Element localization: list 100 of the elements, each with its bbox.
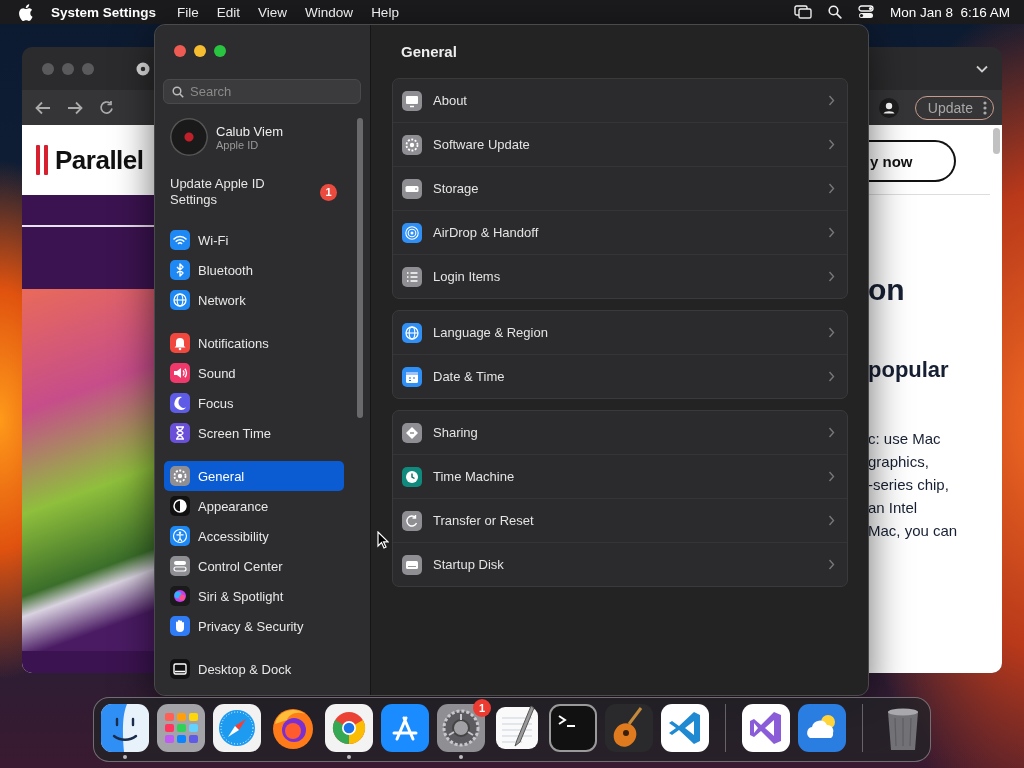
terminal-icon[interactable] [549, 704, 597, 752]
sidebar-item[interactable]: Accessibility [164, 521, 344, 551]
sidebar-item[interactable]: Focus [164, 388, 344, 418]
settings-row[interactable]: Language & Region [393, 311, 847, 354]
sidebar-item[interactable]: Notifications [164, 328, 344, 358]
menu-item[interactable]: Edit [207, 4, 250, 20]
apple-logo-icon [18, 3, 33, 21]
logo-text: Parallel [55, 144, 144, 176]
notification-badge: 1 [320, 183, 337, 201]
notification-badge: 1 [473, 699, 491, 717]
subheading: popular [868, 357, 949, 383]
circle-logo-icon[interactable] [325, 704, 373, 752]
chevron-right-icon [828, 427, 835, 438]
settings-row[interactable]: Sharing [393, 411, 847, 454]
chevron-down-icon[interactable] [976, 64, 988, 73]
gear-icon [170, 466, 190, 486]
settings-row[interactable]: Login Items [393, 254, 847, 298]
forward-arrow-icon[interactable] [67, 100, 83, 115]
more-options-icon [983, 100, 987, 115]
orb-icon [170, 586, 190, 606]
person-icon [170, 526, 190, 546]
sidebar-item[interactable]: Sound [164, 358, 344, 388]
search-icon [172, 85, 184, 98]
cursor-icon [377, 531, 389, 549]
chevron-right-icon [828, 271, 835, 282]
settings-row[interactable]: Storage [393, 166, 847, 210]
speaker-icon [170, 363, 190, 383]
gear-icon[interactable] [437, 704, 485, 752]
monitor-icon [402, 90, 422, 111]
sidebar-item[interactable]: Screen Time [164, 418, 344, 448]
compass-icon[interactable] [213, 704, 261, 752]
search-icon[interactable] [827, 5, 842, 19]
cloud-icon[interactable] [798, 704, 846, 752]
sidebar-item[interactable]: Appearance [164, 491, 344, 521]
clock-icon [402, 466, 422, 487]
chevron-right-icon [828, 183, 835, 194]
app-menu[interactable]: System Settings [33, 4, 169, 20]
sidebar-item[interactable]: Desktop & Dock [164, 654, 344, 684]
chevron-right-icon [828, 471, 835, 482]
back-arrow-icon[interactable] [35, 100, 51, 115]
chevron-right-icon [828, 139, 835, 150]
toggles-icon [170, 556, 190, 576]
avatar [170, 118, 208, 156]
dock-icon [170, 659, 190, 679]
chevron-right-icon [828, 227, 835, 238]
bluetooth-icon [170, 260, 190, 280]
sidebar-item[interactable]: Bluetooth [164, 255, 344, 285]
menu-item[interactable]: File [168, 4, 208, 20]
profile-icon[interactable] [878, 97, 899, 118]
gear-icon [402, 134, 422, 155]
search-input[interactable]: Search [190, 84, 340, 99]
settings-row[interactable]: Transfer or Reset [393, 498, 847, 542]
guitar-icon[interactable] [605, 704, 653, 752]
logo-bars-icon [36, 145, 50, 175]
chevron-right-icon [828, 327, 835, 338]
code-editor-icon[interactable] [661, 704, 709, 752]
menu-item[interactable]: Help [362, 4, 408, 20]
globe-icon [402, 322, 422, 343]
hand-icon [170, 616, 190, 636]
calendar-icon [402, 366, 422, 387]
hourglass-icon [170, 423, 190, 443]
app-grid-icon[interactable] [157, 704, 205, 752]
settings-row[interactable]: Time Machine [393, 454, 847, 498]
circle-logo-icon[interactable] [136, 61, 150, 76]
sidebar-item[interactable]: General [164, 461, 344, 491]
screen-mirroring-icon[interactable] [793, 5, 812, 19]
sidebar-item[interactable]: Network [164, 285, 344, 315]
settings-row[interactable]: Software Update [393, 122, 847, 166]
menu-item[interactable]: View [249, 4, 297, 20]
account-subtitle: Apple ID [216, 138, 260, 151]
search-field[interactable]: Search [163, 79, 361, 104]
control-center-icon[interactable] [857, 5, 874, 19]
settings-row[interactable]: Startup Disk [393, 542, 847, 586]
scrollbar-thumb[interactable] [992, 128, 1000, 154]
reload-icon[interactable] [99, 100, 114, 115]
settings-row[interactable]: AirDrop & Handoff [393, 210, 847, 254]
sidebar-item[interactable]: Control Center [164, 551, 344, 581]
clock-text[interactable]: Mon Jan 8 6:16 AM [889, 4, 1010, 20]
chevron-right-icon [828, 515, 835, 526]
window-control[interactable] [214, 45, 226, 57]
window-control[interactable] [194, 45, 206, 57]
sidebar-item[interactable]: Siri & Spotlight [164, 581, 344, 611]
wifi-icon [170, 230, 190, 250]
scrollbar-thumb[interactable] [357, 118, 363, 418]
sidebar-item[interactable]: Privacy & Security [164, 611, 344, 641]
settings-row[interactable]: About [393, 79, 847, 122]
notepad-icon[interactable] [493, 704, 541, 752]
account-name[interactable]: Calub Viem [216, 123, 283, 139]
face-icon[interactable] [101, 704, 149, 752]
window-control[interactable] [174, 45, 186, 57]
update-notice-link[interactable]: Update Apple ID Settings [170, 176, 290, 208]
drive-icon [402, 178, 422, 199]
letter-a-icon[interactable] [381, 704, 429, 752]
sidebar-item[interactable]: Wi-Fi [164, 225, 344, 255]
chevron-right-icon [828, 95, 835, 106]
half-circle-icon [170, 496, 190, 516]
heading: on [868, 273, 905, 307]
infinity-logo-icon[interactable] [742, 704, 790, 752]
settings-row[interactable]: Date & Time [393, 354, 847, 398]
menu-item[interactable]: Window [296, 4, 363, 20]
